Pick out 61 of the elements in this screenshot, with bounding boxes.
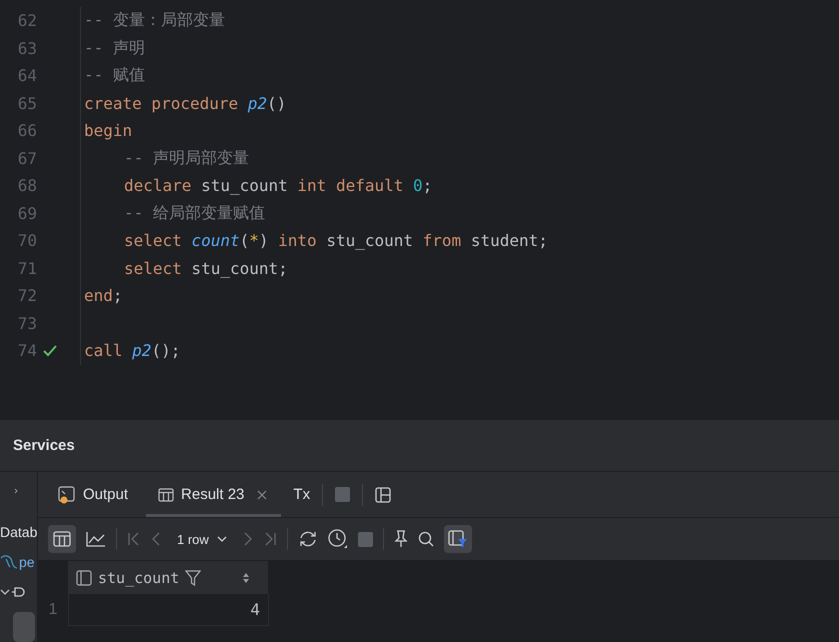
pin-icon[interactable] [394,530,408,548]
clock-icon[interactable] [328,529,348,549]
row-count-dropdown[interactable]: 1 row [171,532,233,546]
line-number: 64 [16,66,37,86]
expand-icon[interactable] [0,588,10,596]
table-cell[interactable]: 4 [69,594,269,626]
line-number: 62 [16,11,37,30]
line-number: 70 [16,231,37,250]
layout-icon[interactable] [375,486,392,502]
line-number: 74 [16,341,37,360]
dolphin-icon [0,554,18,570]
table-icon [53,531,71,547]
row-number: 1 [38,594,69,626]
console-icon [58,486,76,504]
transaction-button[interactable]: Tx [293,486,310,503]
line-number: 66 [16,121,37,140]
filter-button[interactable] [444,525,472,553]
line-number: 72 [16,286,37,306]
refresh-icon[interactable] [298,530,318,548]
chart-icon[interactable] [86,531,106,547]
tab[interactable]: Output [52,472,134,517]
line-number: 68 [16,176,37,196]
connection-icon [11,585,25,599]
code-line: -- 给局部变量赋值 [124,202,265,222]
line-number: 65 [16,94,37,113]
table-icon [158,488,174,502]
chevron-down-icon [216,535,227,543]
code-line: begin [84,121,132,140]
code-line: -- 变量：局部变量 [84,10,225,30]
line-number: 71 [16,258,37,278]
sort-icon[interactable] [242,572,250,584]
code-line: call p2(); [84,341,180,360]
line-number: 69 [16,204,37,223]
tree-item[interactable]: Datab [0,524,37,540]
code-line: -- 赋值 [84,65,145,84]
code-line: -- 声明 [84,38,145,57]
expand-icon[interactable] [12,488,20,494]
grid-view-button[interactable] [48,525,76,553]
panel-title: Services [13,437,75,454]
code-line: create procedure p2() [84,94,286,113]
code-line: -- 声明局部变量 [124,148,249,167]
column-icon [76,570,92,586]
line-number: 63 [16,38,37,58]
column-header[interactable]: stu_count [68,561,268,594]
filter-icon[interactable] [185,570,202,586]
previous-page-icon[interactable] [151,532,161,546]
close-icon[interactable] [257,490,268,500]
scrollbar-thumb[interactable] [13,612,35,642]
last-page-icon[interactable] [262,532,277,546]
tree-item[interactable]: pe [19,554,35,570]
next-page-icon[interactable] [242,532,253,546]
code-line: select stu_count; [124,258,288,278]
line-number: 73 [16,314,37,333]
code-line: select count(*) into stu_count from student; [124,231,548,250]
code-line: end; [84,286,123,306]
tab[interactable]: Result 23 [146,472,282,517]
search-icon[interactable] [418,531,434,547]
code-line: declare stu_count int default 0; [124,176,432,196]
line-number: 67 [16,148,37,168]
first-page-icon[interactable] [127,532,141,546]
filter-icon [448,530,468,548]
